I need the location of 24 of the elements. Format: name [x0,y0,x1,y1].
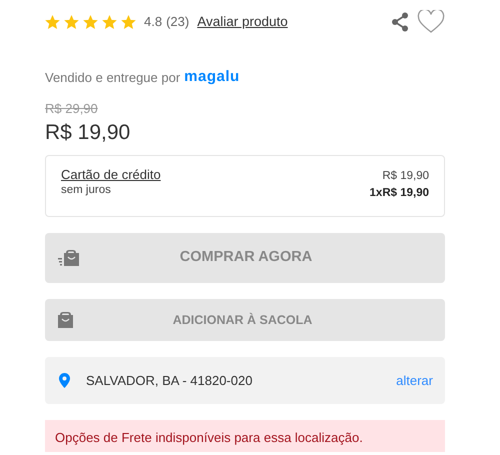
brand-logo: magalu [184,67,240,87]
location-pin-icon [59,373,70,388]
star-icon [121,15,136,29]
delivery-address: SALVADOR, BA - 41820-020 [86,372,252,390]
seller-label: Vendido e entregue por [45,68,180,87]
payment-note: sem juros [61,182,112,198]
heart-icon[interactable] [417,10,445,34]
shipping-alert: Opções de Frete indisponíveis para essa localização. [45,420,445,452]
review-link[interactable]: Avaliar produto [197,12,288,32]
review-count: (23) [166,13,190,32]
current-price: R$ 19,90 [45,120,130,144]
star-icon [83,15,98,29]
change-address-link[interactable]: alterar [396,370,433,390]
star-icon [45,15,60,29]
installments: 1xR$ 19,90 [370,186,429,201]
share-icon[interactable] [391,12,409,32]
star-icon [64,15,79,29]
fast-bag-icon [58,250,80,266]
star-icon [102,15,117,29]
rating-score: 4.8 [144,13,162,32]
payment-total: R$ 19,90 [382,168,429,184]
old-price: R$ 29,90 [45,100,98,116]
payment-method-link[interactable]: Cartão de crédito [61,168,161,182]
bag-icon [58,312,73,328]
